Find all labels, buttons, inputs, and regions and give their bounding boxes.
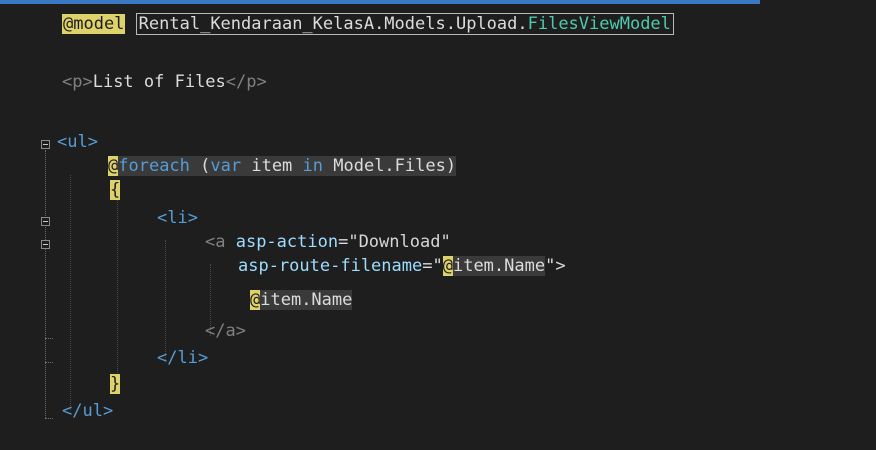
code-editor[interactable]: @model Rental_Kendaraan_KelasA.Models.Up… [0,0,876,450]
code-line-12[interactable]: } [110,373,121,395]
foreach-collection: Model.Files) [323,156,457,176]
ul-open-tag: <ul> [57,132,98,152]
code-line-2[interactable]: <p>List of Files</p> [62,71,267,93]
code-line-3[interactable]: <ul> [57,131,98,153]
var-keyword: var [210,156,242,176]
p-open-tag: <p> [62,72,93,92]
code-line-7[interactable]: <a asp-action="Download" [205,231,451,253]
code-line-10[interactable]: </a> [205,320,246,342]
code-line-4[interactable]: @foreach (var item in Model.Files) [108,155,457,177]
li-close-tag: </li> [157,348,209,368]
fold-guide-ul [45,150,46,418]
code-line-8[interactable]: asp-route-filename="@item.Name"> [238,255,566,277]
asp-action-attr: asp-action [235,232,339,252]
editor-top-border [0,0,760,4]
fold-toggle-ul-icon[interactable] [41,140,50,149]
model-type-name: FilesViewModel [527,14,671,34]
code-line-13[interactable]: </ul> [62,400,113,422]
razor-at-symbol: @ [442,256,453,276]
asp-route-filename-attr: asp-route-filename [238,256,423,276]
asp-action-value: "Download" [348,232,451,252]
model-namespace: Rental_Kendaraan_KelasA.Models.Upload. [138,14,528,34]
link-text-expression: item.Name [260,290,353,310]
li-open-tag: <li> [157,208,198,228]
p-close-tag: </p> [225,72,267,92]
fold-toggle-a-icon[interactable] [41,240,50,249]
fold-end-ul [45,418,53,419]
in-keyword: in [302,156,324,176]
indent-guide-3 [165,240,166,360]
open-brace: { [110,180,121,200]
razor-at-symbol: @ [108,156,119,176]
a-open-tag: <a [205,232,236,252]
code-line-9[interactable]: @item.Name [250,289,353,311]
foreach-keyword: foreach [118,156,190,176]
a-close-tag: </a> [205,321,246,341]
code-line-6[interactable]: <li> [157,207,198,229]
razor-model-directive: @model [62,14,126,34]
code-line-1[interactable]: @model Rental_Kendaraan_KelasA.Models.Up… [62,13,674,35]
code-line-11[interactable]: </li> [157,347,208,369]
indent-guide-1 [70,175,71,410]
close-brace: } [110,374,121,394]
fold-end-li [45,362,53,363]
fold-end-a [45,338,53,339]
razor-at-symbol: @ [250,290,261,310]
p-text: List of Files [92,72,226,92]
fold-toggle-li-icon[interactable] [41,217,50,226]
ul-close-tag: </ul> [62,401,114,421]
code-line-5[interactable]: { [110,179,121,201]
indent-guide-2 [117,200,118,385]
route-expression: item.Name [452,256,546,276]
